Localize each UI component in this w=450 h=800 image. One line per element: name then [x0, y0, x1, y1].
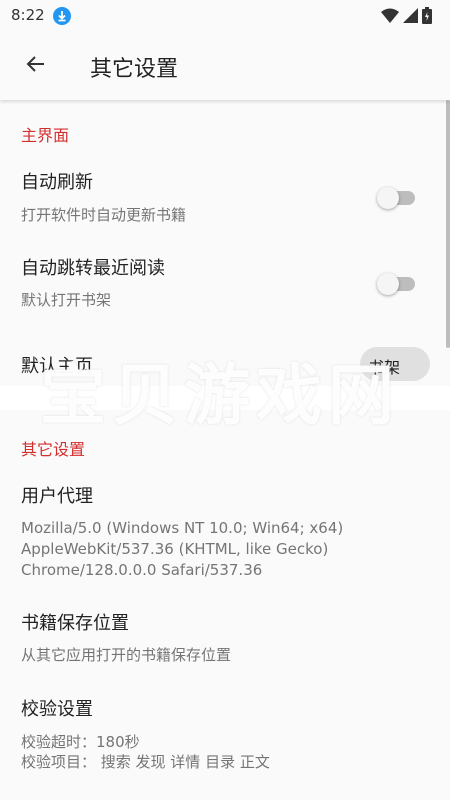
- pref-title: 用户代理: [21, 486, 93, 507]
- pref-title: 书籍保存位置: [21, 613, 129, 634]
- settings-list[interactable]: 主界面 自动刷新 打开软件时自动更新书籍 自动跳转最近阅读 默认打开书架 默认主…: [0, 100, 446, 800]
- pref-title: 自动跳转最近阅读: [21, 258, 165, 279]
- section-header-main: 主界面: [21, 126, 70, 145]
- pref-summary: Mozilla/5.0 (Windows NT 10.0; Win64; x64…: [21, 519, 344, 579]
- battery-icon: [422, 7, 432, 28]
- switch-thumb: [377, 187, 399, 209]
- pref-summary-items: 校验项目： 搜索 发现 详情 目录 正文: [21, 753, 270, 771]
- app-bar: 其它设置: [0, 32, 450, 100]
- status-icons: [381, 7, 432, 28]
- status-time: 8:22: [11, 6, 45, 24]
- pref-summary: 从其它应用打开的书籍保存位置: [21, 646, 232, 664]
- arrow-left-icon: [24, 52, 48, 80]
- auto-refresh-switch[interactable]: [377, 184, 417, 210]
- scrollbar[interactable]: [446, 100, 450, 348]
- pref-title: 校验设置: [21, 699, 93, 720]
- pref-summary-timeout: 校验超时：180秒: [21, 733, 140, 751]
- wifi-icon: [381, 8, 399, 27]
- back-button[interactable]: [16, 46, 56, 86]
- watermark: 宝贝游戏网: [40, 357, 400, 434]
- signal-icon: [403, 8, 418, 27]
- pref-title: 自动刷新: [21, 172, 93, 193]
- pref-summary: 默认打开书架: [21, 291, 112, 309]
- auto-jump-switch[interactable]: [377, 270, 417, 296]
- switch-thumb: [377, 273, 399, 295]
- status-bar: 8:22: [0, 0, 450, 32]
- section-header-other: 其它设置: [21, 440, 86, 459]
- page-title: 其它设置: [90, 57, 179, 82]
- download-icon: [53, 7, 71, 25]
- pref-summary: 打开软件时自动更新书籍: [21, 206, 187, 224]
